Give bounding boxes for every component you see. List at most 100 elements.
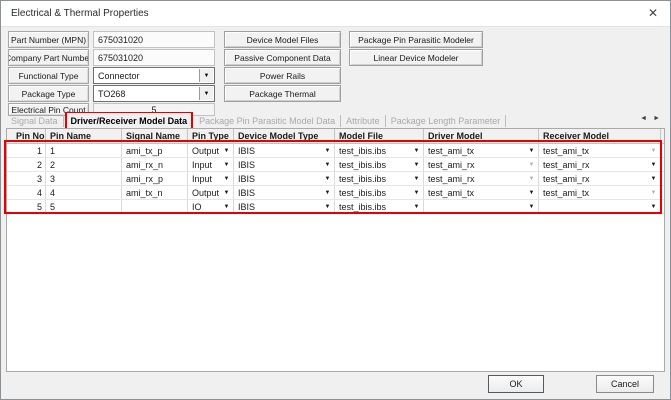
receiver-model-select[interactable]: test_ami_rx ▼ bbox=[539, 158, 661, 171]
driver-model-select[interactable]: test_ami_tx ▼ bbox=[424, 186, 539, 199]
receiver-model-select[interactable]: test_ami_tx ▼ bbox=[539, 186, 661, 199]
tab-scroll-right-icon[interactable]: ► bbox=[653, 115, 660, 122]
form-row: Company Part Number 675031020 ▼ bbox=[8, 49, 216, 66]
table-body: 1 1 ami_tx_p Output ▼ IBIS ▼ test_ibis.i… bbox=[7, 144, 664, 214]
chevron-down-icon[interactable]: ▼ bbox=[220, 148, 233, 154]
pin-type-select[interactable]: Input ▼ bbox=[188, 158, 234, 171]
chevron-down-icon[interactable]: ▼ bbox=[410, 190, 423, 196]
model-file-select[interactable]: test_ibis.ibs ▼ bbox=[335, 144, 424, 157]
chevron-down-icon[interactable]: ▼ bbox=[647, 162, 660, 168]
field-value-box[interactable]: 675031020 ▼ bbox=[93, 31, 215, 48]
receiver-model-value: test_ami_tx bbox=[543, 188, 589, 198]
column-header: Pin No bbox=[7, 129, 46, 143]
model-file-value: test_ibis.ibs bbox=[339, 146, 386, 156]
pin-type-value: Input bbox=[192, 160, 212, 170]
receiver-model-select[interactable]: test_ami_rx ▼ bbox=[539, 172, 661, 185]
chevron-down-icon[interactable]: ▼ bbox=[647, 190, 660, 196]
chevron-down-icon[interactable]: ▼ bbox=[321, 162, 334, 168]
table-row: 2 2 ami_rx_n Input ▼ IBIS ▼ test_ibis.ib… bbox=[7, 158, 664, 172]
field-label: Package Type bbox=[8, 85, 89, 102]
chevron-down-icon[interactable]: ▼ bbox=[321, 148, 334, 154]
receiver-model-select[interactable]: ▼ bbox=[539, 200, 661, 213]
cell-pin-name: 5 bbox=[46, 200, 122, 213]
chevron-down-icon[interactable]: ▼ bbox=[220, 176, 233, 182]
tab[interactable]: Driver/Receiver Model Data bbox=[65, 112, 194, 129]
column-header: Device Model Type bbox=[234, 129, 335, 143]
chevron-down-icon[interactable]: ▼ bbox=[321, 176, 334, 182]
action-button[interactable]: Device Model Files bbox=[224, 31, 341, 48]
chevron-down-icon[interactable]: ▼ bbox=[220, 162, 233, 168]
device-model-type-select[interactable]: IBIS ▼ bbox=[234, 186, 335, 199]
chevron-down-icon[interactable]: ▼ bbox=[410, 148, 423, 154]
column-header: Signal Name bbox=[122, 129, 188, 143]
driver-model-select[interactable]: test_ami_rx ▼ bbox=[424, 172, 539, 185]
driver-model-select[interactable]: test_ami_rx ▼ bbox=[424, 158, 539, 171]
close-icon[interactable]: ✕ bbox=[645, 5, 661, 21]
device-model-type-select[interactable]: IBIS ▼ bbox=[234, 200, 335, 213]
tab[interactable]: Package Length Parameter bbox=[386, 115, 507, 127]
cell-signal-name[interactable] bbox=[122, 200, 188, 213]
model-file-select[interactable]: test_ibis.ibs ▼ bbox=[335, 172, 424, 185]
model-file-value: test_ibis.ibs bbox=[339, 202, 386, 212]
column-header: Model File bbox=[335, 129, 424, 143]
field-value-box[interactable]: 675031020 ▼ bbox=[93, 49, 215, 66]
driver-model-select[interactable]: ▼ bbox=[424, 200, 539, 213]
chevron-down-icon[interactable]: ▼ bbox=[220, 190, 233, 196]
field-value: Connector bbox=[94, 71, 140, 81]
model-file-select[interactable]: test_ibis.ibs ▼ bbox=[335, 200, 424, 213]
field-label: Part Number (MPN) bbox=[8, 31, 89, 48]
cell-signal-name[interactable]: ami_tx_p bbox=[122, 144, 188, 157]
table-row: 3 3 ami_rx_p Input ▼ IBIS ▼ test_ibis.ib… bbox=[7, 172, 664, 186]
chevron-down-icon[interactable]: ▼ bbox=[525, 148, 538, 154]
device-model-type-select[interactable]: IBIS ▼ bbox=[234, 144, 335, 157]
cell-signal-name[interactable]: ami_rx_n bbox=[122, 158, 188, 171]
chevron-down-icon[interactable]: ▼ bbox=[647, 204, 660, 210]
action-button[interactable]: Passive Component Data bbox=[224, 49, 341, 66]
chevron-down-icon[interactable]: ▼ bbox=[410, 162, 423, 168]
model-file-select[interactable]: test_ibis.ibs ▼ bbox=[335, 186, 424, 199]
cancel-button[interactable]: Cancel bbox=[596, 375, 654, 393]
chevron-down-icon[interactable]: ▼ bbox=[410, 176, 423, 182]
ok-button[interactable]: OK bbox=[488, 375, 544, 393]
tab[interactable]: Attribute bbox=[341, 115, 386, 127]
device-model-type-value: IBIS bbox=[238, 202, 255, 212]
model-file-select[interactable]: test_ibis.ibs ▼ bbox=[335, 158, 424, 171]
device-model-type-select[interactable]: IBIS ▼ bbox=[234, 172, 335, 185]
chevron-down-icon[interactable]: ▼ bbox=[647, 148, 660, 154]
cell-pin-no: 5 bbox=[7, 200, 46, 213]
tab[interactable]: Signal Data bbox=[6, 115, 64, 127]
field-value-box[interactable]: Connector ▼ bbox=[93, 67, 215, 84]
pin-type-select[interactable]: Output ▼ bbox=[188, 144, 234, 157]
chevron-down-icon[interactable]: ▼ bbox=[321, 204, 334, 210]
chevron-down-icon[interactable]: ▼ bbox=[525, 204, 538, 210]
chevron-down-icon[interactable]: ▼ bbox=[525, 176, 538, 182]
column-header: Pin Type bbox=[188, 129, 234, 143]
driver-model-select[interactable]: test_ami_tx ▼ bbox=[424, 144, 539, 157]
pin-type-select[interactable]: Input ▼ bbox=[188, 172, 234, 185]
cell-signal-name[interactable]: ami_rx_p bbox=[122, 172, 188, 185]
cell-signal-name[interactable]: ami_tx_n bbox=[122, 186, 188, 199]
tab[interactable]: Package Pin Parasitic Model Data bbox=[194, 115, 341, 127]
pin-type-select[interactable]: Output ▼ bbox=[188, 186, 234, 199]
tab-scroll-left-icon[interactable]: ◄ bbox=[640, 115, 647, 122]
action-button[interactable]: Power Rails bbox=[224, 67, 341, 84]
form-row: Package Type TO268 ▼ bbox=[8, 85, 216, 102]
device-model-type-value: IBIS bbox=[238, 188, 255, 198]
device-model-type-select[interactable]: IBIS ▼ bbox=[234, 158, 335, 171]
chevron-down-icon[interactable]: ▼ bbox=[525, 190, 538, 196]
action-button[interactable]: Linear Device Modeler bbox=[349, 49, 483, 66]
chevron-down-icon[interactable]: ▼ bbox=[321, 190, 334, 196]
chevron-down-icon[interactable]: ▼ bbox=[647, 176, 660, 182]
pin-type-select[interactable]: IO ▼ bbox=[188, 200, 234, 213]
action-button[interactable]: Package Thermal bbox=[224, 85, 341, 102]
driver-model-value: test_ami_tx bbox=[428, 146, 474, 156]
chevron-down-icon[interactable]: ▼ bbox=[410, 204, 423, 210]
receiver-model-select[interactable]: test_ami_tx ▼ bbox=[539, 144, 661, 157]
chevron-down-icon[interactable]: ▼ bbox=[199, 69, 213, 82]
chevron-down-icon[interactable]: ▼ bbox=[220, 204, 233, 210]
chevron-down-icon[interactable]: ▼ bbox=[199, 87, 213, 100]
action-button[interactable]: Package Pin Parasitic Modeler bbox=[349, 31, 483, 48]
field-value-box[interactable]: TO268 ▼ bbox=[93, 85, 215, 102]
chevron-down-icon[interactable]: ▼ bbox=[525, 162, 538, 168]
cell-pin-name: 1 bbox=[46, 144, 122, 157]
